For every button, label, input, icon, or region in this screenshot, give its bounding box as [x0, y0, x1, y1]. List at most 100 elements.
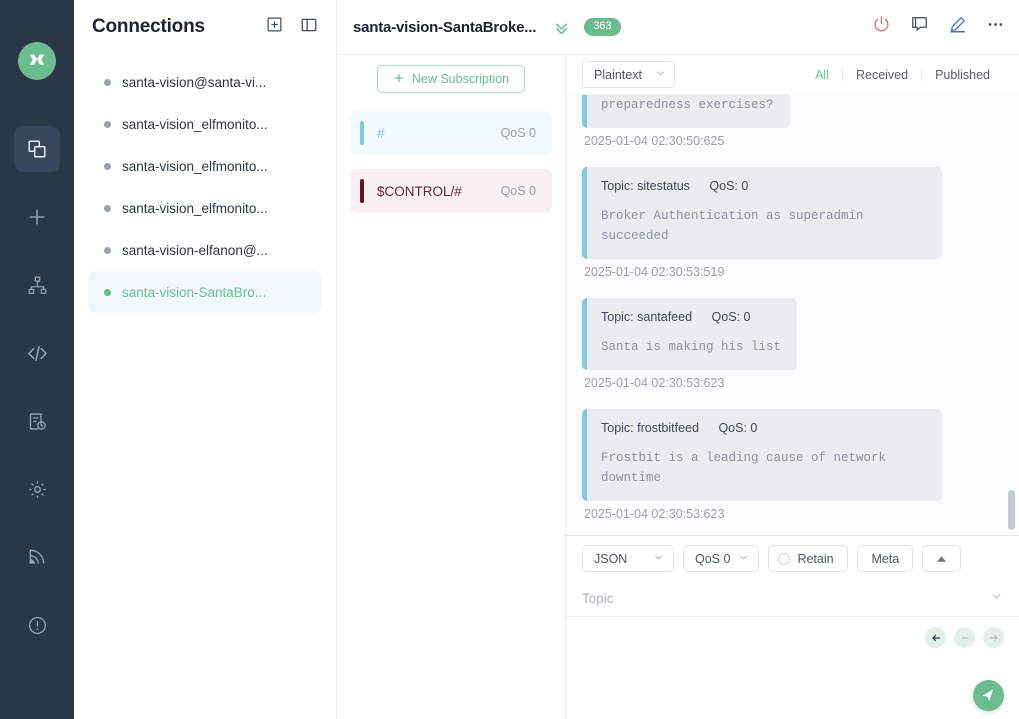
- left-icon-rail: [0, 0, 74, 719]
- subscription-row[interactable]: # QoS 0: [350, 111, 552, 155]
- send-paper-plane-icon[interactable]: [973, 680, 1004, 711]
- list-item[interactable]: santa-vision_elfmonito...: [88, 187, 322, 229]
- message-topic: Topic: frostbitfeed: [601, 421, 699, 435]
- connections-icon: [26, 138, 48, 160]
- caret-up-icon: [936, 552, 947, 566]
- arrow-right-icon[interactable]: [983, 627, 1004, 648]
- chat-bubble-icon[interactable]: [910, 15, 929, 39]
- connection-name: santa-vision_elfmonito...: [122, 116, 268, 132]
- subscription-row[interactable]: $CONTROL/# QoS 0: [350, 169, 552, 213]
- rail-item-connections[interactable]: [14, 126, 60, 172]
- message-meta: Topic: frostbitfeed QoS: 0: [601, 421, 926, 435]
- meta-button[interactable]: Meta: [857, 545, 914, 572]
- subscriptions-panel: New Subscription # QoS 0 $CONTROL/# QoS …: [337, 55, 566, 719]
- new-subscription-button[interactable]: New Subscription: [376, 65, 526, 93]
- status-dot: [104, 78, 111, 86]
- list-item[interactable]: santa-vision_elfmonito...: [88, 103, 322, 145]
- log-clock-icon: [27, 411, 48, 432]
- rail-item-scripts[interactable]: [14, 330, 60, 376]
- subscription-topic: $CONTROL/#: [377, 183, 462, 199]
- scrollbar-track[interactable]: [1008, 95, 1015, 535]
- message-payload: preparedness exercises?: [601, 98, 774, 112]
- app-root: Connections santa-vision@santa-vi... san…: [0, 0, 1019, 719]
- topbar-actions: [872, 15, 1005, 39]
- message-payload: Frostbit is a leading cause of network d…: [601, 451, 894, 485]
- publish-qos-select[interactable]: QoS 0: [683, 545, 760, 572]
- scrollbar-thumb[interactable]: [1008, 490, 1015, 530]
- message-meta: Topic: santafeed QoS: 0: [601, 310, 781, 324]
- chevron-down-icon: [655, 68, 666, 82]
- rail-item-topic-tree[interactable]: [14, 262, 60, 308]
- radio-icon: [778, 552, 791, 565]
- code-icon: [26, 342, 49, 365]
- plus-icon: [26, 206, 48, 228]
- rail-item-about[interactable]: [14, 602, 60, 648]
- rail-item-benchmark[interactable]: [14, 534, 60, 580]
- list-item[interactable]: santa-vision_elfmonito...: [88, 145, 322, 187]
- connection-topbar: santa-vision-SantaBroke... 363: [337, 0, 1019, 55]
- message-bubble[interactable]: Topic: frostbitfeed QoS: 0 Frostbit is a…: [582, 409, 942, 501]
- tab-received[interactable]: Received: [843, 68, 921, 82]
- list-item-active[interactable]: santa-vision-SantaBro...: [88, 271, 322, 313]
- publish-topic-placeholder: Topic: [582, 591, 614, 606]
- list-item[interactable]: santa-vision@santa-vi...: [88, 61, 322, 103]
- new-subscription-label: New Subscription: [411, 72, 510, 86]
- connection-name: santa-vision_elfmonito...: [122, 158, 268, 174]
- rail-item-new-connection[interactable]: [14, 194, 60, 240]
- publish-topic-field[interactable]: Topic: [566, 581, 1019, 617]
- message-topic: Topic: sitestatus: [601, 179, 690, 193]
- double-chevron-down-icon[interactable]: [552, 18, 571, 37]
- meta-label: Meta: [871, 551, 900, 566]
- publish-controls: JSON QoS 0 Retain Meta: [566, 536, 1019, 581]
- chevron-down-icon[interactable]: [990, 590, 1003, 608]
- page-title: Connections: [92, 16, 205, 37]
- mqttx-logo-icon: [18, 42, 56, 80]
- connection-name: santa-vision-elfanon@...: [122, 242, 268, 258]
- message-filter-tabs: All Received Published: [802, 68, 1003, 82]
- tab-all[interactable]: All: [802, 68, 842, 82]
- payload-format-select[interactable]: Plaintext: [582, 61, 675, 88]
- main-area: santa-vision-SantaBroke... 363 New Subsc…: [337, 0, 1019, 719]
- plus-box-icon[interactable]: [266, 16, 283, 38]
- connection-title: santa-vision-SantaBroke...: [353, 18, 537, 36]
- message-bubble[interactable]: Topic: sitestatus QoS: 0 Broker Authenti…: [582, 167, 942, 259]
- message-meta: Topic: sitestatus QoS: 0: [601, 179, 926, 193]
- list-item[interactable]: santa-vision-elfanon@...: [88, 229, 322, 271]
- rail-item-settings[interactable]: [14, 466, 60, 512]
- status-dot: [104, 162, 111, 170]
- retain-toggle[interactable]: Retain: [768, 545, 849, 572]
- tab-published[interactable]: Published: [922, 68, 1003, 82]
- message-payload: Broker Authentication as superadmin succ…: [601, 209, 872, 243]
- message-scroll-region[interactable]: preparedness exercises? 2025-01-04 02:30…: [566, 95, 1019, 535]
- publish-panel: JSON QoS 0 Retain Meta Topic: [566, 535, 1019, 719]
- subscription-color-bar: [360, 179, 364, 203]
- more-dots-icon[interactable]: [986, 15, 1005, 39]
- publish-payload-editor[interactable]: [566, 617, 1019, 719]
- subscription-list: # QoS 0 $CONTROL/# QoS 0: [337, 103, 565, 227]
- subscription-qos: QoS 0: [500, 184, 536, 198]
- message-bubble[interactable]: Topic: santafeed QoS: 0 Santa is making …: [582, 298, 798, 370]
- message-list: preparedness exercises? 2025-01-04 02:30…: [582, 95, 1003, 521]
- connection-name: santa-vision_elfmonito...: [122, 200, 268, 216]
- messages-panel: Plaintext All Received Published prepare…: [566, 55, 1019, 719]
- info-circle-icon: [27, 615, 48, 636]
- disconnect-power-icon[interactable]: [872, 15, 891, 39]
- connections-panel: Connections santa-vision@santa-vi... san…: [74, 0, 337, 719]
- status-dot: [104, 120, 111, 128]
- message-timestamp: 2025-01-04 02:30:53:623: [584, 507, 725, 521]
- sitemap-icon: [27, 275, 48, 296]
- gear-icon: [27, 479, 48, 500]
- message-qos: QoS: 0: [709, 179, 749, 193]
- collapse-publish-button[interactable]: [922, 545, 962, 572]
- connection-name: santa-vision@santa-vi...: [122, 74, 267, 90]
- rail-item-list: [14, 126, 60, 670]
- publish-format-select[interactable]: JSON: [582, 545, 674, 572]
- panel-layout-icon[interactable]: [300, 16, 318, 39]
- arrow-left-icon[interactable]: [925, 627, 946, 648]
- chevron-down-icon: [738, 552, 749, 566]
- message-bubble[interactable]: preparedness exercises?: [582, 95, 790, 128]
- rail-item-log[interactable]: [14, 398, 60, 444]
- content-area: New Subscription # QoS 0 $CONTROL/# QoS …: [337, 55, 1019, 719]
- plus-icon: [393, 72, 405, 87]
- edit-pencil-icon[interactable]: [948, 15, 967, 39]
